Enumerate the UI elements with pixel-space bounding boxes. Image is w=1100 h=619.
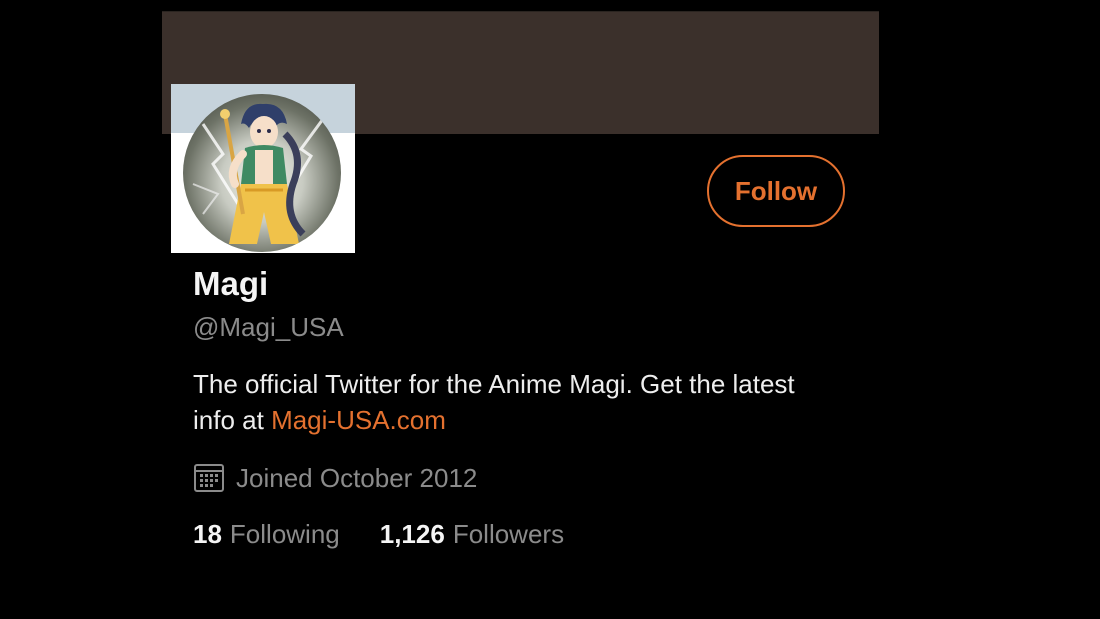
avatar[interactable] (171, 84, 355, 253)
display-name: Magi (193, 265, 269, 302)
calendar-icon (194, 464, 224, 492)
avatar-image (183, 94, 341, 252)
follow-button[interactable]: Follow (707, 155, 845, 227)
followers-stat[interactable]: 1,126 Followers (380, 518, 564, 550)
profile-handle: @Magi_USA (193, 312, 344, 342)
joined-date: Joined October 2012 (193, 462, 477, 494)
follow-stats: 18 Following 1,126 Followers (193, 518, 604, 550)
following-stat[interactable]: 18 Following (193, 518, 340, 550)
profile-page: Follow Magi @Magi_USA The official Twitt… (0, 0, 1100, 619)
followers-label: Followers (452, 519, 565, 549)
following-count: 18 (193, 519, 222, 549)
profile-bio: The official Twitter for the Anime Magi.… (193, 366, 813, 438)
joined-text: Joined October 2012 (236, 463, 478, 493)
bio-link[interactable]: Magi-USA.com (271, 405, 446, 435)
following-label: Following (229, 519, 340, 549)
followers-count: 1,126 (379, 519, 445, 549)
